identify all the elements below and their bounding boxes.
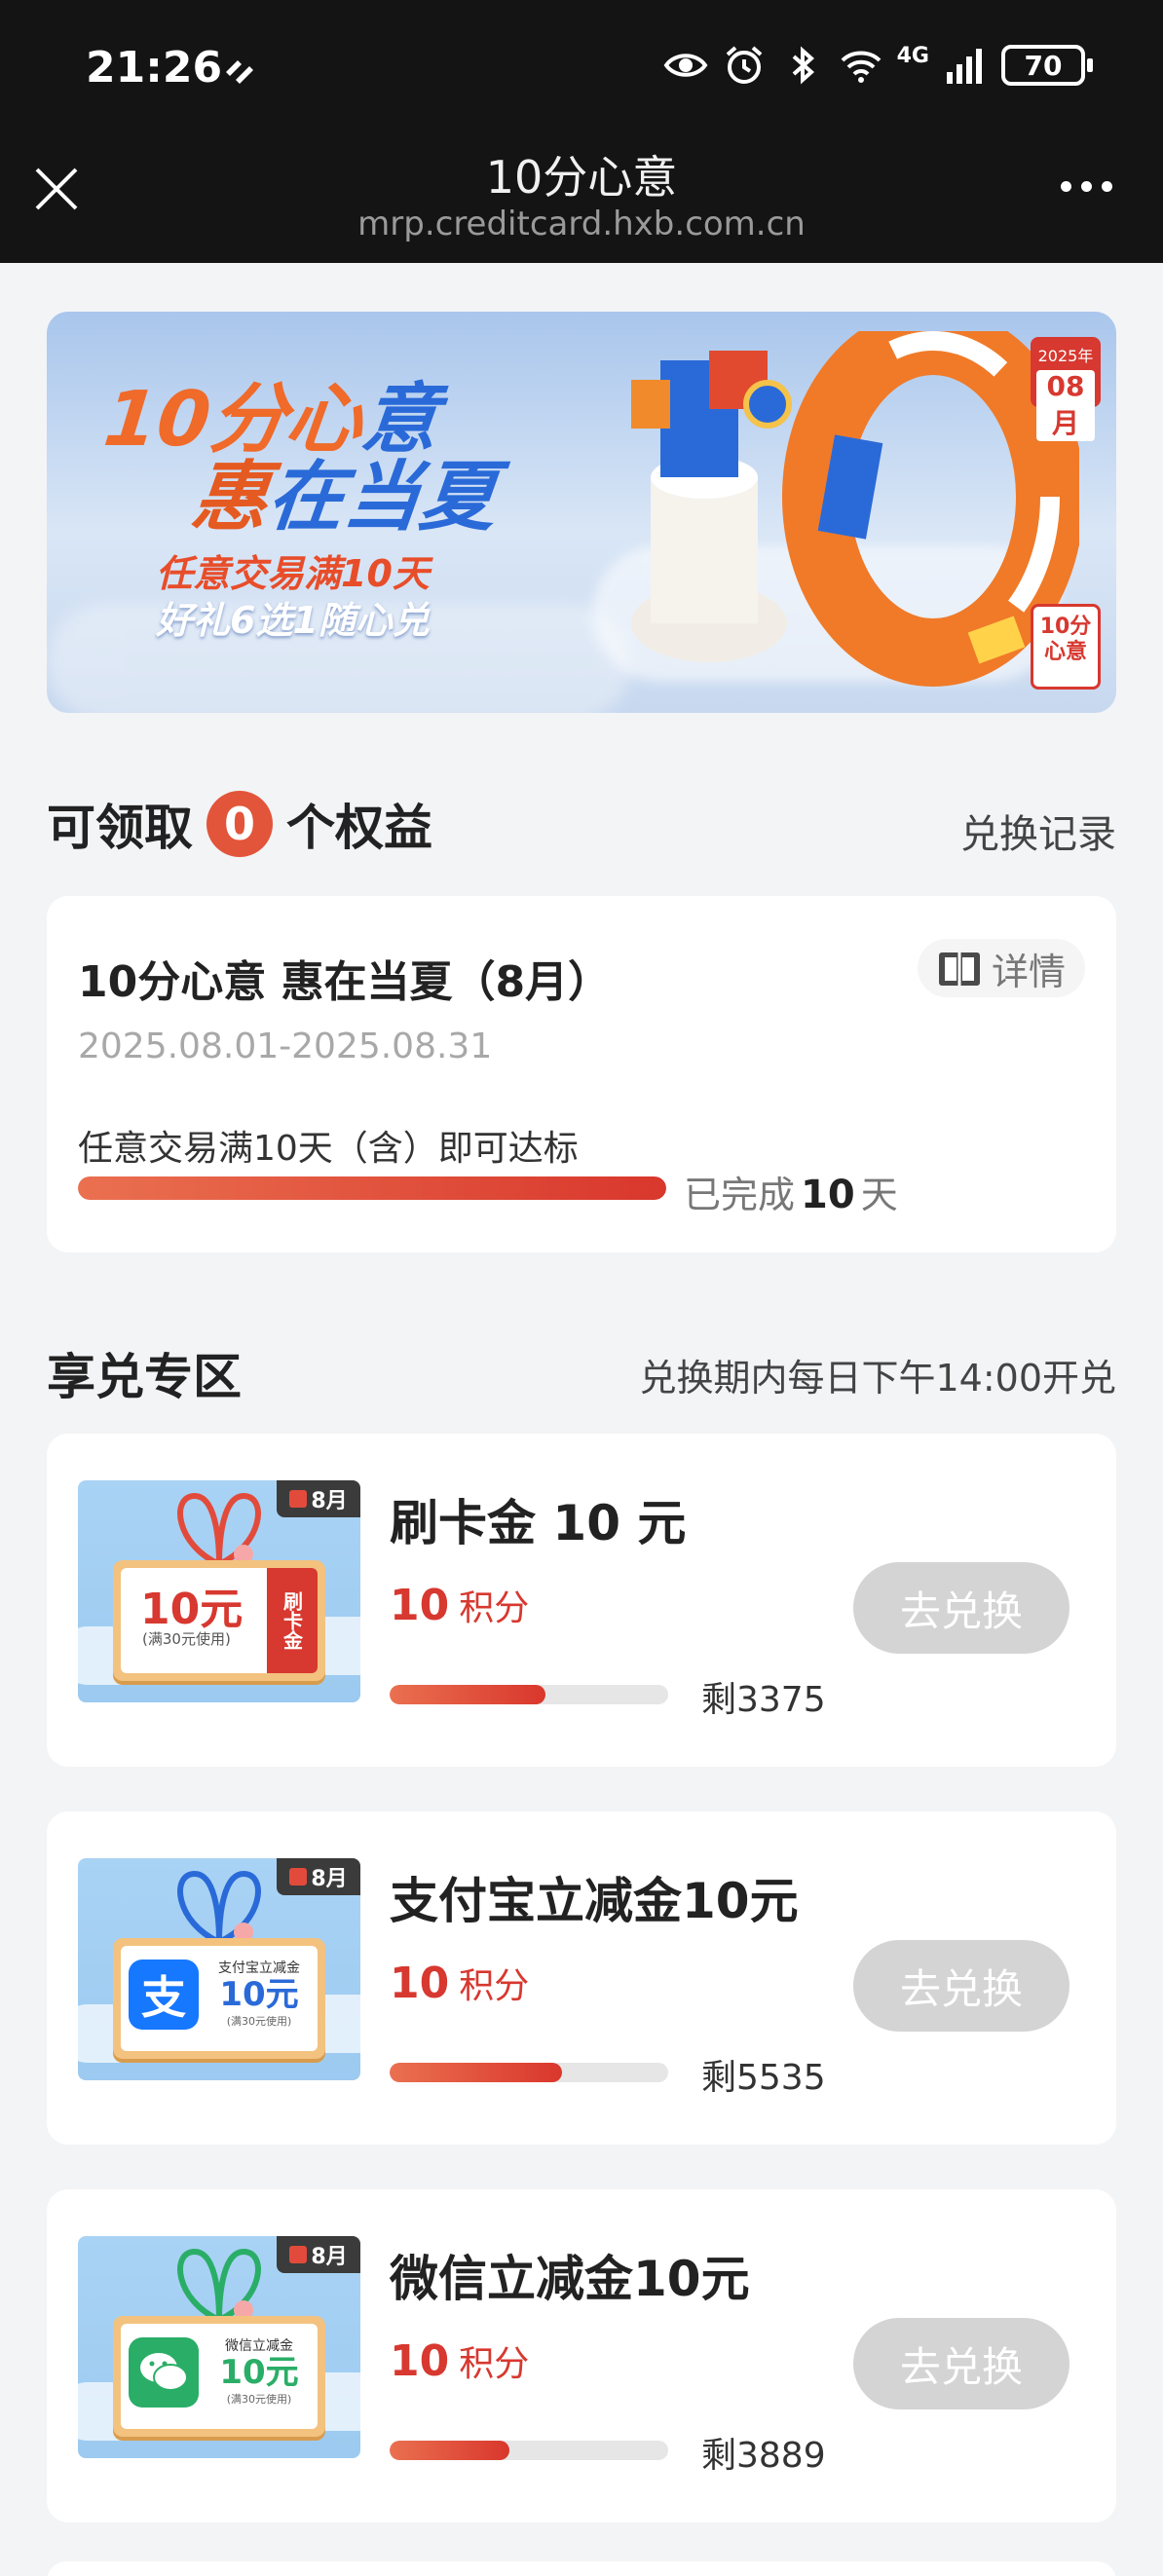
more-menu-icon[interactable] xyxy=(1061,181,1112,192)
detail-button[interactable]: 详情 xyxy=(917,939,1085,997)
activity-completed: 已完成 10 天 xyxy=(684,1173,898,1217)
page-title: 10分心意 xyxy=(485,151,678,204)
alarm-icon xyxy=(726,46,762,84)
item-remaining: 剩3889 xyxy=(701,2436,826,2476)
network-type: 4G xyxy=(896,43,929,68)
thumb-label: 微信立减金 xyxy=(225,2338,293,2354)
activity-progress-bar xyxy=(78,1176,666,1200)
top-bar: 21:26 4G 70 10分心意 mrp.creditcard.hxb.com… xyxy=(0,0,1163,263)
thumb-amount: 10元 xyxy=(219,1975,299,2014)
status-time: 21:26 xyxy=(86,43,223,93)
item-points: 10 积分 xyxy=(390,1581,530,1630)
redeem-button[interactable]: 去兑换 xyxy=(853,1940,1069,2032)
thumb-amount: 10元 xyxy=(219,2353,299,2392)
eye-icon xyxy=(663,54,708,77)
activity-progress-fill xyxy=(78,1176,666,1200)
exchange-item: 支 支付宝立减金 10元 (满30元使用) 8月 支付宝立减金10元 10 积分 … xyxy=(47,1811,1116,2145)
banner-subtitle-1: 任意交易满10天 xyxy=(156,552,430,595)
exchange-section-title: 享兑专区 xyxy=(47,1349,242,1405)
item-points: 10 积分 xyxy=(390,1959,530,2008)
wechat-logo-icon xyxy=(129,2337,199,2408)
stock-progress-fill xyxy=(390,2441,509,2460)
item-title: 支付宝立减金10元 xyxy=(390,1873,799,1929)
stock-progress-bar xyxy=(390,2063,668,2082)
month-badge: 8月 xyxy=(277,2236,360,2273)
benefit-count-badge: 0 xyxy=(206,791,273,857)
promo-banner[interactable]: 10分心意 惠在当夏 任意交易满10天 好礼6选1随心兑 2025年 08月 1… xyxy=(47,312,1116,713)
stock-progress-bar xyxy=(390,1685,668,1704)
number-10-illustration xyxy=(631,331,1079,687)
battery-indicator: 70 xyxy=(1001,45,1093,86)
thumb-amount-note: (满30元使用) xyxy=(142,1630,231,1648)
exchange-item: 10元 (满30元使用) 刷卡金 8月 刷卡金 10 元 10 积分 剩3375 … xyxy=(47,1434,1116,1767)
book-icon xyxy=(938,952,980,986)
status-icons: 4G 70 xyxy=(663,43,1093,88)
thumb-side-label: 刷卡金 xyxy=(267,1568,318,1673)
next-item-card-edge xyxy=(47,2561,1116,2576)
item-title: 刷卡金 10 元 xyxy=(390,1495,687,1551)
exchange-time-note: 兑换期内每日下午14:00开兑 xyxy=(639,1357,1116,1400)
stock-progress-fill xyxy=(390,1685,546,1704)
signal-icon xyxy=(947,49,982,84)
banner-headline-2: 惠在当夏 xyxy=(187,454,502,541)
item-remaining: 剩3375 xyxy=(701,1680,826,1720)
card-bonus-thumbnail: 10元 (满30元使用) 刷卡金 8月 xyxy=(78,1480,360,1702)
exchange-item: 微信立减金 10元 (满30元使用) 8月 微信立减金10元 10 积分 剩388… xyxy=(47,2189,1116,2522)
exchange-record-link[interactable]: 兑换记录 xyxy=(960,803,1116,859)
alipay-logo-icon: 支 xyxy=(129,1960,199,2030)
month-badge: 8月 xyxy=(277,1858,360,1895)
thumb-amount: 10元 xyxy=(140,1585,244,1634)
activity-dates: 2025.08.01-2025.08.31 xyxy=(78,1027,493,1066)
thumb-amount-note: (满30元使用) xyxy=(226,2015,292,2029)
thumb-amount-note: (满30元使用) xyxy=(226,2393,292,2407)
page-url: mrp.creditcard.hxb.com.cn xyxy=(357,205,806,243)
activity-card: 10分心意 惠在当夏（8月） 详情 2025.08.01-2025.08.31 … xyxy=(47,896,1116,1252)
item-points: 10 积分 xyxy=(390,2336,530,2386)
wechat-voucher-thumbnail: 微信立减金 10元 (满30元使用) 8月 xyxy=(78,2236,360,2458)
benefits-heading: 可领取 0 个权益 xyxy=(47,789,432,859)
brand-seal: 10分心意 xyxy=(1031,604,1101,690)
stock-progress-bar xyxy=(390,2441,668,2460)
stock-progress-fill xyxy=(390,2063,563,2082)
item-title: 微信立减金10元 xyxy=(390,2251,750,2307)
thumb-label: 支付宝立减金 xyxy=(218,1960,300,1976)
activity-title: 10分心意 惠在当夏（8月） xyxy=(78,957,612,1007)
month-badge: 8月 xyxy=(277,1480,360,1517)
alipay-voucher-thumbnail: 支 支付宝立减金 10元 (满30元使用) 8月 xyxy=(78,1858,360,2080)
redeem-button[interactable]: 去兑换 xyxy=(853,1562,1069,1654)
wifi-icon xyxy=(841,51,882,83)
activity-rule: 任意交易满10天（含）即可达标 xyxy=(78,1129,579,1169)
banner-subtitle-2: 好礼6选1随心兑 xyxy=(156,599,430,642)
bluetooth-icon xyxy=(792,46,814,85)
redeem-button[interactable]: 去兑换 xyxy=(853,2318,1069,2409)
vpn-icon xyxy=(226,60,253,84)
item-remaining: 剩5535 xyxy=(701,2058,826,2098)
date-badge: 2025年 08月 xyxy=(1031,337,1101,441)
